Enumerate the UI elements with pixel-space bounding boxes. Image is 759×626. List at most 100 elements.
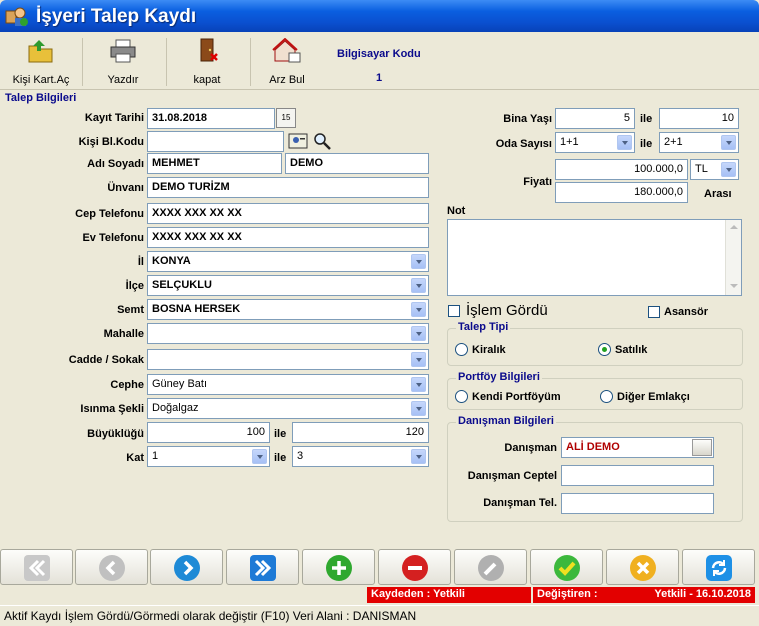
cancel-x-icon — [630, 555, 656, 581]
record-date-label: Kayıt Tarihi — [84, 112, 144, 124]
chevron-down-icon[interactable] — [411, 449, 426, 464]
chevron-down-icon[interactable] — [411, 352, 426, 367]
rent-radio[interactable] — [455, 343, 468, 356]
consultant-phone-input[interactable] — [561, 493, 714, 514]
area-select[interactable]: BOSNA HERSEK — [147, 299, 429, 320]
chevron-down-icon[interactable] — [252, 449, 267, 464]
edit-record-button[interactable] — [454, 549, 527, 585]
currency-value: TL — [695, 163, 708, 175]
district-label: İlçe — [125, 280, 144, 292]
floor-to-select[interactable]: 3 — [292, 446, 429, 467]
status-hint-bar: Aktif Kaydı İşlem Gördü/Görmedi olarak d… — [0, 605, 759, 626]
size-range-word: ile — [274, 428, 287, 440]
building-age-range-word: ile — [640, 113, 653, 125]
chevron-down-icon[interactable] — [411, 401, 426, 416]
facade-select[interactable]: Güney Batı — [147, 374, 429, 395]
last-record-button[interactable] — [226, 549, 299, 585]
changed-by-value: Yetkili - 16.10.2018 — [654, 588, 751, 600]
rooms-from-value: 1+1 — [560, 136, 579, 148]
home-phone-input[interactable]: XXXX XXX XX XX — [147, 227, 429, 248]
plus-icon — [326, 555, 352, 581]
consultant-lookup-button[interactable] — [692, 439, 712, 456]
title-input[interactable]: DEMO TURİZM — [147, 177, 429, 198]
chevron-down-icon[interactable] — [721, 135, 736, 150]
first-name-input[interactable]: MEHMET — [147, 153, 282, 174]
floor-from-select[interactable]: 1 — [147, 446, 270, 467]
scroll-down-icon[interactable] — [730, 284, 738, 288]
rooms-to-select[interactable]: 2+1 — [659, 132, 739, 153]
previous-record-button[interactable] — [75, 549, 148, 585]
heating-label: Isınma Şekli — [80, 403, 144, 415]
currency-select[interactable]: TL — [690, 159, 739, 180]
open-card-button[interactable]: Kişi Kart.Aç — [2, 32, 80, 90]
chevron-down-icon[interactable] — [411, 326, 426, 341]
size-to-input[interactable]: 120 — [292, 422, 429, 443]
note-label: Not — [447, 205, 466, 217]
note-scrollbar[interactable] — [725, 220, 741, 295]
note-textarea[interactable] — [447, 219, 742, 296]
size-from-input[interactable]: 100 — [147, 422, 270, 443]
mobile-label: Cep Telefonu — [75, 208, 144, 220]
city-select[interactable]: KONYA — [147, 251, 429, 272]
save-record-button[interactable] — [530, 549, 603, 585]
computer-code-label: Bilgisayar Kodu — [337, 48, 421, 60]
double-left-icon — [24, 555, 50, 581]
refresh-button[interactable] — [682, 549, 755, 585]
sale-label: Satılık — [615, 344, 648, 356]
print-button[interactable]: Yazdır — [84, 32, 162, 90]
section-title: Talep Bilgileri — [5, 92, 77, 104]
folder-open-icon — [28, 40, 53, 63]
consultant-mobile-input[interactable] — [561, 465, 714, 486]
rent-label: Kiralık — [472, 344, 506, 356]
saved-by-status: Kaydeden : Yetkili — [367, 587, 531, 603]
building-age-to-input[interactable]: 10 — [659, 108, 739, 129]
title-bar: İşyeri Talep Kaydı — [0, 0, 759, 32]
toolbar-separator — [166, 38, 167, 86]
consultant-title: Danışman Bilgileri — [456, 415, 556, 427]
neighborhood-select[interactable] — [147, 323, 429, 344]
other-agent-radio[interactable] — [600, 390, 613, 403]
first-record-button[interactable] — [0, 549, 73, 585]
elevator-checkbox[interactable] — [648, 306, 660, 318]
heating-select[interactable]: Doğalgaz — [147, 398, 429, 419]
checkmark-icon — [554, 555, 580, 581]
chevron-down-icon[interactable] — [411, 254, 426, 269]
floor-from-value: 1 — [152, 450, 159, 462]
contact-card-icon[interactable] — [288, 131, 308, 151]
own-portfolio-radio[interactable] — [455, 390, 468, 403]
price-to-input[interactable]: 180.000,0 — [555, 182, 688, 203]
search-person-icon[interactable] — [312, 131, 332, 151]
street-select[interactable] — [147, 349, 429, 370]
scroll-up-icon[interactable] — [730, 225, 738, 229]
rooms-from-select[interactable]: 1+1 — [555, 132, 635, 153]
mobile-input[interactable]: XXXX XXX XX XX — [147, 203, 429, 224]
sale-radio[interactable] — [598, 343, 611, 356]
consultant-select[interactable]: ALİ DEMO — [561, 437, 714, 458]
chevron-down-icon[interactable] — [411, 278, 426, 293]
city-label: İl — [137, 256, 144, 268]
chevron-down-icon[interactable] — [411, 377, 426, 392]
price-from-input[interactable]: 100.000,0 — [555, 159, 688, 180]
district-select[interactable]: SELÇUKLU — [147, 275, 429, 296]
calendar-button[interactable]: 15 — [276, 108, 296, 128]
rooms-to-value: 2+1 — [664, 136, 683, 148]
last-name-input[interactable]: DEMO — [285, 153, 429, 174]
cancel-record-button[interactable] — [606, 549, 679, 585]
next-record-button[interactable] — [150, 549, 223, 585]
request-type-group: Talep Tipi Kiralık Satılık — [447, 321, 743, 366]
building-age-from-input[interactable]: 5 — [555, 108, 635, 129]
delete-record-button[interactable] — [378, 549, 451, 585]
chevron-down-icon[interactable] — [411, 302, 426, 317]
street-label: Cadde / Sokak — [68, 354, 144, 366]
open-card-label: Kişi Kart.Aç — [12, 74, 70, 86]
rooms-label: Oda Sayısı — [495, 138, 552, 150]
chevron-down-icon[interactable] — [617, 135, 632, 150]
add-record-button[interactable] — [302, 549, 375, 585]
find-offer-button[interactable]: Arz Bul — [252, 32, 322, 90]
processed-checkbox[interactable] — [448, 305, 460, 317]
record-date-input[interactable]: 31.08.2018 — [147, 108, 275, 129]
close-button[interactable]: kapat — [168, 32, 246, 90]
chevron-down-icon[interactable] — [721, 162, 736, 177]
person-code-input[interactable] — [147, 131, 284, 152]
facade-value: Güney Batı — [152, 378, 208, 390]
